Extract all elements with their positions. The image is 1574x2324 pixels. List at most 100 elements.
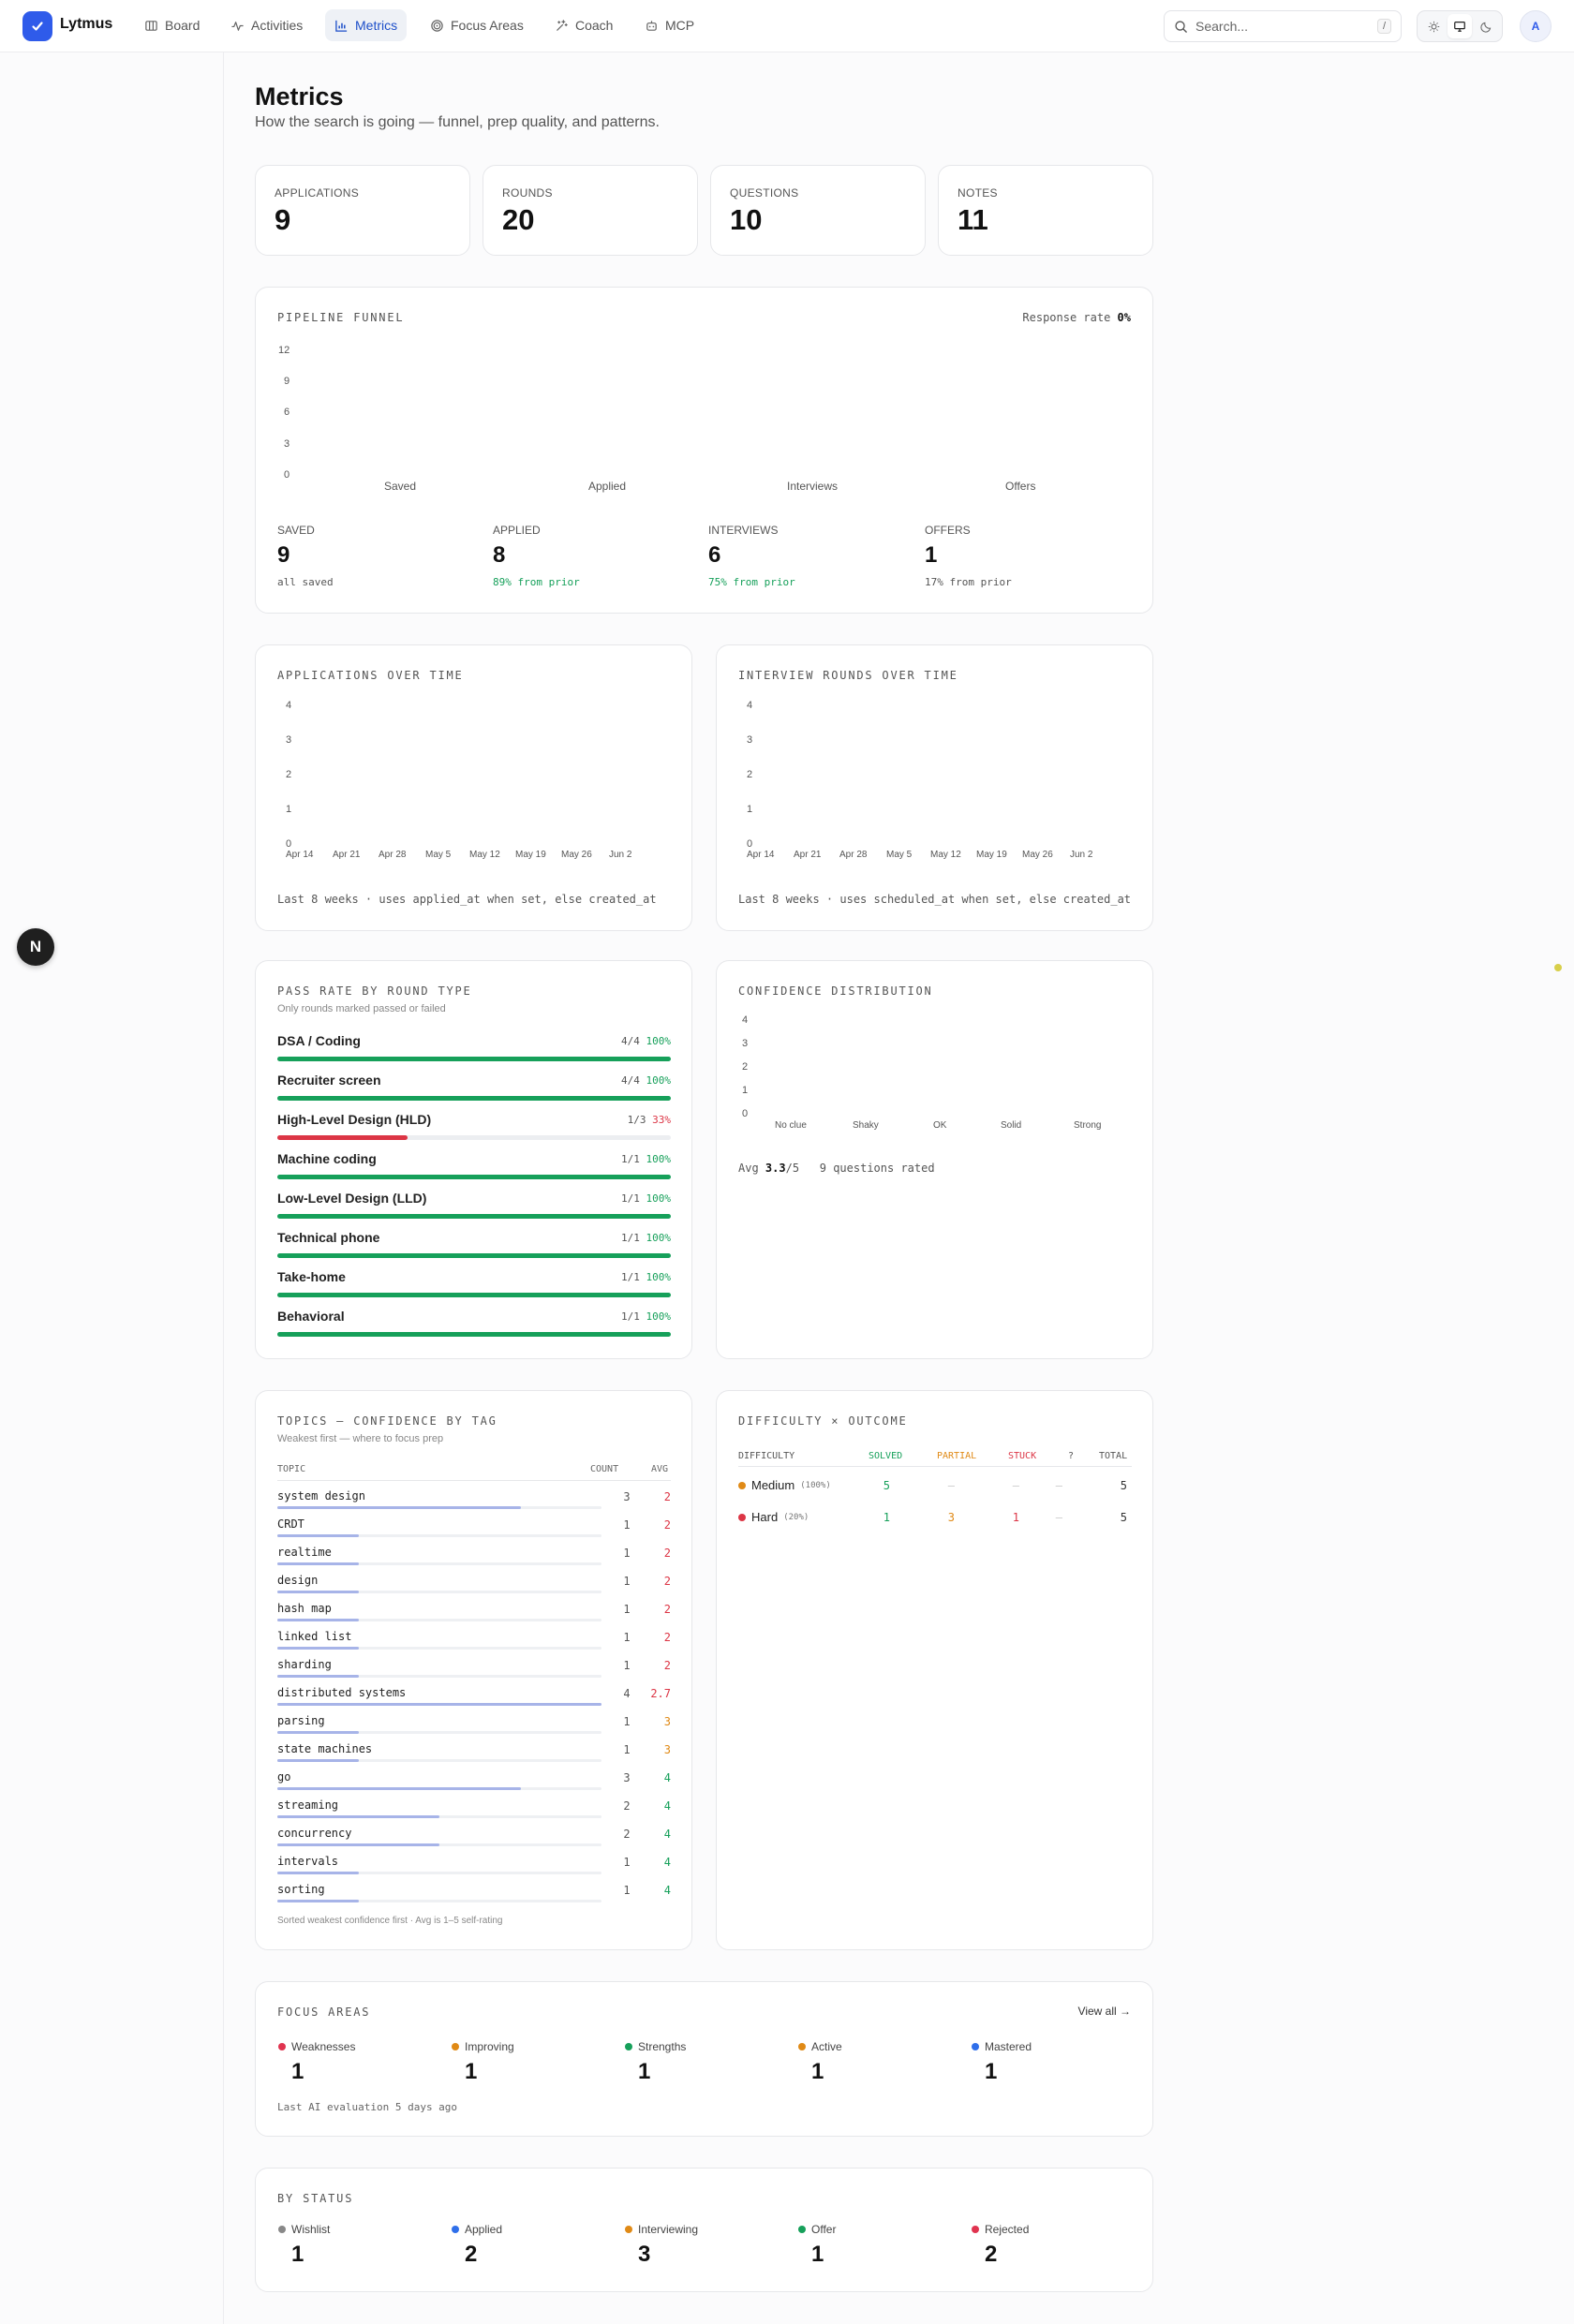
logo-check-icon[interactable]	[22, 11, 52, 41]
focus_areas-items-item[interactable]: Improving 1	[452, 2040, 514, 2085]
topic-count: 3	[623, 1490, 631, 1503]
round-type-name: High-Level Design (HLD)	[277, 1112, 432, 1127]
topic-avg: 2	[663, 1575, 671, 1588]
pass-percent: 100%	[646, 1192, 672, 1205]
pass-percent: 100%	[646, 1153, 672, 1165]
pass-rate-bar	[277, 1214, 671, 1219]
topic-row: sharding 1 2	[277, 1658, 671, 1686]
item-label-row: Wishlist	[278, 2223, 330, 2236]
nav-activities[interactable]: Activities	[221, 9, 312, 41]
by_status-items-item[interactable]: Rejected 2	[972, 2223, 1029, 2268]
topic-count: 1	[623, 1547, 631, 1560]
system-theme-button[interactable]	[1448, 14, 1472, 38]
difficulty-row: Hard (20%) 1 3 1 — 5	[717, 1507, 1154, 1530]
col-avg: AVG	[651, 1464, 669, 1474]
nav-board[interactable]: Board	[135, 9, 209, 41]
topic-count-bar	[277, 1731, 601, 1734]
confidence-average: Avg 3.3/5 9 questions rated	[738, 1162, 935, 1175]
difficulty-dot	[738, 1481, 746, 1489]
topic-count-bar	[277, 1787, 601, 1790]
stat-value: 11	[958, 203, 988, 236]
item-label: Active	[811, 2040, 842, 2053]
focus-areas-card: FOCUS AREAS View all → Weaknesses 1 Improv…	[255, 1981, 1153, 2137]
pass-rate-card: PASS RATE BY ROUND TYPE Only rounds mark…	[255, 960, 692, 1359]
focus_areas-items-item[interactable]: Mastered 1	[972, 2040, 1032, 2085]
item-label: Improving	[465, 2040, 514, 2053]
y-tick: 4	[286, 700, 292, 711]
y-tick: 9	[284, 376, 290, 387]
section-subtitle: Weakest first — where to focus prep	[277, 1433, 444, 1444]
x-tick: May 5	[886, 850, 913, 860]
topic-row: streaming 2 4	[277, 1799, 671, 1827]
topic-count-bar	[277, 1900, 601, 1902]
topic-count-bar-fill	[277, 1619, 359, 1621]
status-dot	[278, 2043, 286, 2050]
topic-count-bar	[277, 1591, 601, 1593]
item-label-row: Strengths	[625, 2040, 686, 2053]
topic-row: linked list 1 2	[277, 1630, 671, 1658]
pass-fraction: 1/1	[621, 1192, 640, 1205]
item-value: 2	[465, 2242, 478, 2267]
stat-card-applications[interactable]: APPLICATIONS 9	[255, 165, 470, 256]
item-value: 1	[811, 2059, 824, 2084]
stat-card-notes[interactable]: NOTES 11	[938, 165, 1153, 256]
focus_areas-items-item[interactable]: Weaknesses 1	[278, 2040, 355, 2085]
item-value: 1	[985, 2059, 998, 2084]
view-all-link[interactable]: View all →	[1078, 2005, 1131, 2018]
nav-coach[interactable]: Coach	[545, 9, 622, 41]
y-tick: 6	[284, 407, 290, 418]
nav-mcp[interactable]: MCP	[635, 9, 704, 41]
nav-activities-label: Activities	[251, 18, 304, 33]
topic-avg: 2	[663, 1631, 671, 1644]
funnel-stage-value: 9	[277, 542, 290, 568]
brand-name[interactable]: Lytmus	[60, 16, 112, 33]
stat-card-rounds[interactable]: ROUNDS 20	[483, 165, 698, 256]
difficulty-dot	[738, 1513, 746, 1521]
nav-board-label: Board	[165, 18, 200, 33]
topic-count: 1	[623, 1518, 631, 1532]
dev-tools-badge[interactable]: N	[17, 928, 54, 966]
topic-avg: 4	[663, 1856, 671, 1869]
nav-metrics[interactable]: Metrics	[325, 9, 408, 41]
by_status-items-item[interactable]: Interviewing 3	[625, 2223, 698, 2268]
status-dot	[798, 2043, 806, 2050]
avg-label: Avg	[738, 1162, 759, 1175]
pass-rate-bar-fill	[277, 1293, 671, 1297]
funnel-stage-value: 8	[493, 542, 506, 568]
topic-count: 2	[623, 1828, 631, 1841]
by_status-items-item[interactable]: Offer 1	[798, 2223, 836, 2268]
focus_areas-items-item[interactable]: Strengths 1	[625, 2040, 686, 2085]
by_status-items-item[interactable]: Applied 2	[452, 2223, 502, 2268]
topic-avg: 2	[663, 1659, 671, 1672]
by_status-items-item[interactable]: Wishlist 1	[278, 2223, 330, 2268]
questions-rated: 9 questions rated	[819, 1162, 935, 1175]
y-tick: 0	[742, 1108, 749, 1119]
pass-fraction: 1/3	[627, 1114, 646, 1126]
x-tick: Jun 2	[609, 850, 632, 860]
top-nav: Lytmus Board Activities Metrics Focus Ar…	[0, 0, 1574, 52]
outcome-unknown: —	[1055, 1511, 1062, 1524]
dark-theme-button[interactable]	[1474, 14, 1498, 38]
stat-card-questions[interactable]: QUESTIONS 10	[710, 165, 926, 256]
light-theme-button[interactable]	[1421, 14, 1446, 38]
topic-count-bar-fill	[277, 1872, 359, 1874]
focus_areas-items-item[interactable]: Active 1	[798, 2040, 842, 2085]
nav-focus-areas[interactable]: Focus Areas	[421, 9, 533, 41]
x-tick: Apr 28	[839, 850, 868, 860]
chart-icon	[335, 20, 348, 32]
avatar[interactable]: A	[1520, 10, 1552, 42]
avg-value: 3.3	[765, 1162, 786, 1175]
item-value: 3	[638, 2242, 651, 2267]
topic-row: distributed systems 4 2.7	[277, 1686, 671, 1714]
moon-icon	[1479, 22, 1491, 33]
search-input[interactable]: Search... /	[1164, 10, 1402, 42]
item-value: 2	[985, 2242, 998, 2267]
topic-count: 1	[623, 1631, 631, 1644]
y-tick: 2	[747, 769, 753, 780]
activity-icon	[231, 21, 244, 31]
response-rate-value: 0%	[1117, 311, 1131, 324]
funnel-stage-label: INTERVIEWS	[708, 524, 779, 537]
topic-name: distributed systems	[277, 1686, 407, 1699]
round-type-name: Take-home	[277, 1269, 346, 1284]
item-label-row: Offer	[798, 2223, 836, 2236]
